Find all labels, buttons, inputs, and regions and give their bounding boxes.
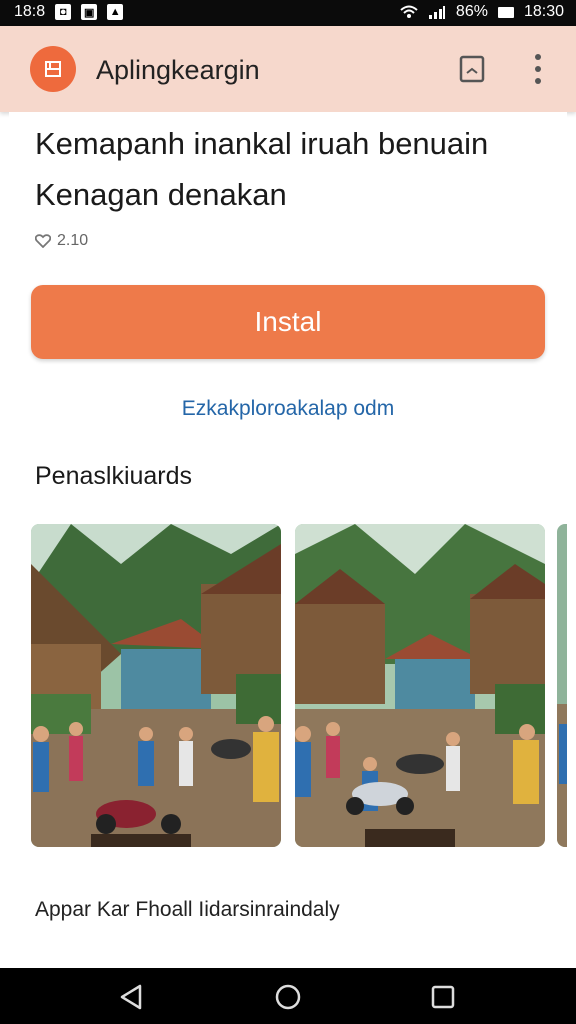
more-vert-icon[interactable] [528,54,548,84]
battery-icon [497,6,514,18]
back-icon[interactable] [118,983,146,1011]
signal-icon [428,6,445,19]
status-time: 18:30 [523,3,564,20]
status-left: 18:8 ◘ ▣ ▲ [14,3,124,21]
app-details-card: Kemapanh inankal iruah benuain Kenagan d… [9,112,567,968]
screenshot-thumbnail[interactable] [557,524,567,847]
rating-value: 2.10 [57,232,89,249]
battery-percent: 86% [455,3,488,20]
status-bar: 18:8 ◘ ▣ ▲ 86% 18:30 [0,0,576,26]
notification-icon: ◘ [55,4,72,20]
screenshots-section-title: Penaslkiuards [35,462,193,490]
heart-icon [35,234,51,248]
app-bar: Aplingkeargin [0,26,576,112]
notification-icon: ▣ [81,4,98,20]
screenshot-thumbnail[interactable] [31,524,281,847]
status-right: 86% 18:30 [400,3,564,21]
status-time-left: 18:8 [14,3,46,20]
navigation-bar [0,968,576,1024]
screenshot-thumbnail[interactable] [295,524,545,847]
recents-icon[interactable] [429,983,457,1011]
install-button[interactable]: Instal [31,285,545,359]
app-heading: Kemapanh inankal iruah benuain Kenagan d… [35,126,489,212]
explore-link[interactable]: Ezkakploroakalap odm [9,397,567,421]
wifi-icon [400,5,418,18]
rating-row: 2.10 [35,232,88,250]
notification-icon: ▲ [107,4,124,20]
app-bar-title: Aplingkeargin [96,55,260,85]
app-details-text: Appar Kar Fhoall Iidarsinraindaly [35,898,340,921]
bookmark-icon[interactable] [459,55,485,83]
home-icon[interactable] [274,983,302,1011]
app-logo-icon[interactable] [30,46,76,92]
